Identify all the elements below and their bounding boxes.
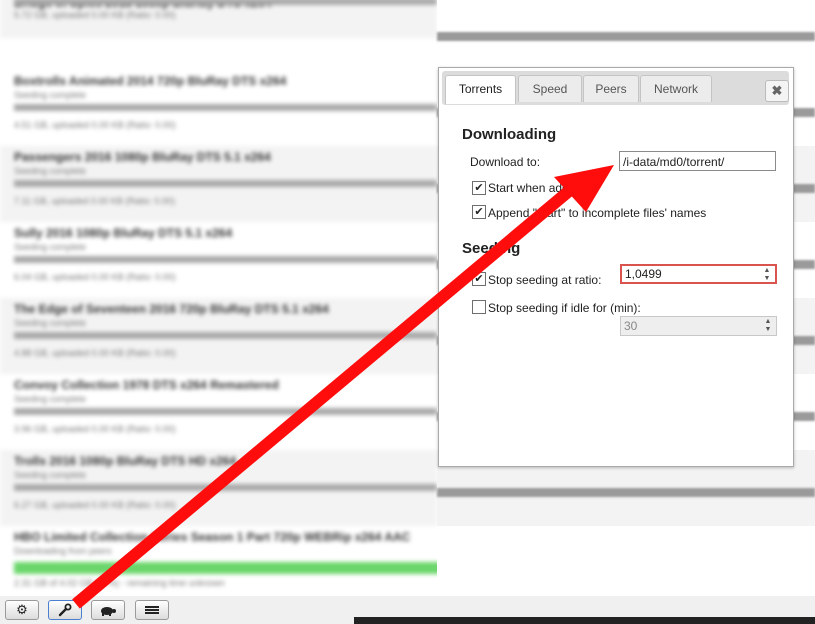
stop-ratio-label: Stop seeding at ratio: — [488, 273, 602, 287]
list-icon — [145, 606, 159, 614]
torrent-row[interactable]: Trolls 2016 1080p BluRay DTS HD x264 See… — [0, 450, 437, 526]
torrent-row[interactable]: Passengers 2016 1080p BluRay DTS 5.1 x26… — [0, 146, 437, 222]
spinner-arrows-icon[interactable]: ▲ ▼ — [761, 267, 773, 283]
torrent-progress-bar — [14, 332, 437, 339]
torrent-status: Seeding complete — [14, 242, 87, 252]
close-button[interactable]: ✖ — [765, 80, 789, 102]
tab-torrents[interactable]: Torrents — [445, 75, 516, 104]
settings-button[interactable]: ⚙ — [5, 600, 39, 620]
torrent-status: Downloading from peers — [14, 546, 112, 556]
torrent-row[interactable]: HBO Limited Collection Series Season 1 P… — [0, 526, 437, 600]
torrent-name: Trolls 2016 1080p BluRay DTS HD x264 — [14, 454, 237, 468]
spinner-arrows-icon[interactable]: ▲ ▼ — [762, 318, 774, 334]
torrent-row[interactable]: Boxtrolls Animated 2014 720p BluRay DTS … — [0, 70, 437, 146]
download-dir-input[interactable]: /i-data/md0/torrent/ — [619, 151, 776, 171]
torrent-row[interactable]: Sully 2016 1080p BluRay DTS 5.1 x264 See… — [0, 222, 437, 298]
torrent-stats: 6.04 GB, uploaded 0.00 KB (Ratio: 0.00) — [14, 272, 176, 282]
start-when-added-checkbox[interactable]: ✔ — [472, 181, 486, 195]
torrent-progress-bar — [14, 562, 437, 574]
idle-minutes-spinner[interactable]: 30 ▲ ▼ — [620, 316, 777, 336]
progress-strip — [437, 488, 815, 497]
torrent-stats: 5.72 GB, uploaded 0.00 KB (Ratio: 0.00) — [14, 10, 176, 20]
section-title-seeding: Seeding — [462, 240, 521, 257]
stop-ratio-checkbox[interactable]: ✔ — [472, 272, 486, 286]
torrent-progress-bar — [14, 256, 437, 263]
torrent-status: Seeding complete — [14, 166, 87, 176]
gear-icon: ⚙ — [16, 602, 28, 617]
preferences-dialog: Torrents Speed Peers Network ✖ Downloadi… — [438, 67, 794, 467]
wrench-icon — [58, 603, 72, 617]
torrent-progress-bar — [14, 484, 437, 491]
torrent-name: The Edge of Seventeen 2016 720p BluRay D… — [14, 302, 329, 316]
section-title-downloading: Downloading — [462, 126, 557, 143]
torrent-progress-bar — [14, 104, 437, 111]
append-part-checkbox[interactable]: ✔ — [472, 205, 486, 219]
tab-speed[interactable]: Speed — [518, 75, 582, 102]
download-to-label: Download to: — [470, 155, 541, 169]
preferences-button[interactable] — [48, 600, 82, 620]
torrent-status: Seeding complete — [14, 90, 87, 100]
tab-peers[interactable]: Peers — [583, 75, 639, 102]
append-part-label: Append ".part" to incomplete files' name… — [488, 206, 707, 220]
torrent-name: Passengers 2016 1080p BluRay DTS 5.1 x26… — [14, 150, 271, 164]
ratio-value: 1,0499 — [625, 267, 662, 281]
stop-idle-checkbox[interactable] — [472, 300, 486, 314]
torrent-list: Bridge of Spies 2015 1080p BluRay DTS x2… — [0, 0, 437, 600]
torrent-status: Seeding complete — [14, 394, 87, 404]
bottom-border — [354, 617, 815, 624]
torrent-row[interactable]: Bridge of Spies 2015 1080p BluRay DTS x2… — [0, 0, 437, 38]
torrent-row[interactable]: The Edge of Seventeen 2016 720p BluRay D… — [0, 298, 437, 374]
torrent-stats: 4.88 GB, uploaded 0.00 KB (Ratio: 0.00) — [14, 348, 176, 358]
torrent-stats: 4.51 GB, uploaded 0.00 KB (Ratio: 0.00) — [14, 120, 176, 130]
torrent-stats: 3.96 GB, uploaded 0.00 KB (Ratio: 0.00) — [14, 424, 176, 434]
torrent-name: HBO Limited Collection Series Season 1 P… — [14, 530, 411, 544]
close-x-icon: ✖ — [771, 83, 783, 98]
torrent-stats: 6.27 GB, uploaded 0.00 KB (Ratio: 0.00) — [14, 500, 176, 510]
ratio-spinner[interactable]: 1,0499 ▲ ▼ — [620, 264, 777, 284]
torrent-name: Boxtrolls Animated 2014 720p BluRay DTS … — [14, 74, 287, 88]
start-when-added-label: Start when added — [488, 181, 583, 195]
torrent-stats: 7.11 GB, uploaded 0.00 KB (Ratio: 0.00) — [14, 196, 175, 206]
torrent-row[interactable]: Convoy Collection 1978 DTS x264 Remaster… — [0, 374, 437, 450]
torrent-name: Convoy Collection 1978 DTS x264 Remaster… — [14, 378, 279, 392]
torrent-progress-bar — [14, 0, 437, 5]
torrent-status: Seeding complete — [14, 470, 87, 480]
torrent-status: Seeding complete — [14, 318, 87, 328]
turtle-mode-button[interactable] — [91, 600, 125, 620]
progress-strip — [437, 32, 815, 41]
torrent-progress-bar — [14, 408, 437, 415]
stop-idle-label: Stop seeding if idle for (min): — [488, 301, 641, 315]
turtle-icon — [101, 607, 116, 616]
torrent-progress-bar — [14, 180, 437, 187]
tab-network[interactable]: Network — [640, 75, 712, 102]
torrent-name: Sully 2016 1080p BluRay DTS 5.1 x264 — [14, 226, 233, 240]
compact-view-button[interactable] — [135, 600, 169, 620]
torrent-stats: 2.31 GB of 4.02 GB (57%) - remaining tim… — [14, 578, 225, 588]
idle-minutes-value: 30 — [624, 319, 638, 333]
tab-strip: Torrents Speed Peers Network ✖ — [442, 71, 789, 105]
